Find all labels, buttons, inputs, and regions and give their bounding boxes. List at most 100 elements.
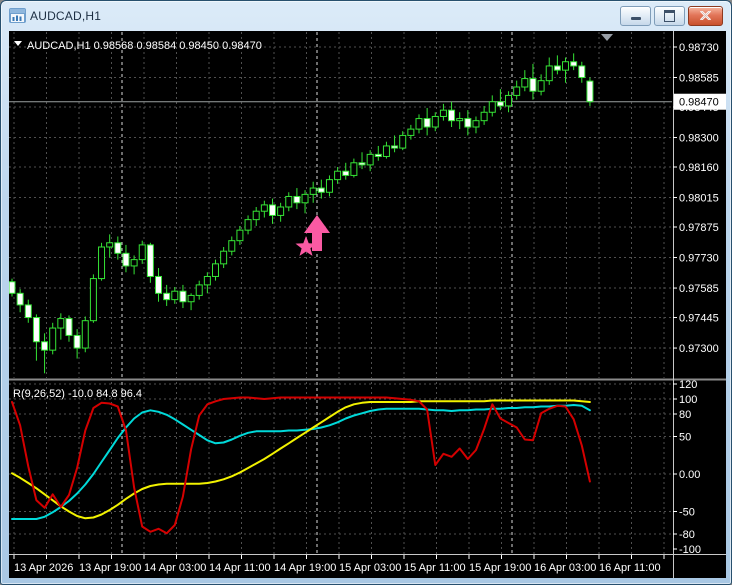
candle bbox=[8, 278, 16, 297]
candle-body bbox=[358, 162, 366, 166]
candle-body bbox=[122, 252, 130, 267]
price-axis-label: 0.97585 bbox=[679, 283, 719, 295]
indicator-label: R(9,26,52) -10.0 84.8 96.4 bbox=[13, 388, 142, 400]
candle-body bbox=[57, 318, 65, 329]
candle-body bbox=[325, 179, 333, 193]
candle-body bbox=[399, 134, 407, 149]
candle-body bbox=[41, 341, 49, 351]
candle-body bbox=[252, 210, 260, 221]
price-axis-label: 0.97875 bbox=[679, 222, 719, 234]
candle-body bbox=[203, 275, 211, 286]
price-axis-label: 0.98160 bbox=[679, 162, 719, 174]
candle-body bbox=[171, 290, 179, 301]
restore-icon bbox=[664, 9, 675, 22]
candle-body bbox=[89, 278, 97, 322]
candle-body bbox=[130, 259, 138, 267]
minimize-button[interactable] bbox=[620, 5, 651, 26]
candle-body bbox=[317, 187, 325, 193]
candle-body bbox=[391, 145, 399, 149]
candle-body bbox=[260, 204, 268, 212]
title-bar[interactable]: AUDCAD,H1 bbox=[1, 1, 731, 30]
indicator-axis-label: -80 bbox=[679, 529, 695, 541]
candle-body bbox=[553, 65, 561, 71]
candle-body bbox=[342, 170, 350, 176]
ohlc-info: AUDCAD,H1 0.98568 0.98584 0.98450 0.9847… bbox=[14, 40, 262, 52]
current-price-tag: 0.98470 bbox=[674, 93, 726, 110]
price-axis-label: 0.98730 bbox=[679, 42, 719, 54]
candle-body bbox=[415, 118, 423, 130]
candle-body bbox=[98, 246, 106, 280]
candle-body bbox=[293, 195, 301, 204]
time-axis-label: 14 Apr 19:00 bbox=[274, 562, 336, 574]
candle-body bbox=[163, 292, 171, 301]
time-axis-label: 16 Apr 11:00 bbox=[599, 562, 661, 574]
time-axis-label: 13 Apr 2026 bbox=[14, 562, 73, 574]
indicator-axis-label: -100 bbox=[679, 544, 701, 556]
time-axis-label: 15 Apr 03:00 bbox=[339, 562, 401, 574]
candle-body bbox=[212, 263, 219, 277]
candle-body bbox=[81, 320, 89, 349]
candle-body bbox=[236, 229, 244, 242]
candle-body bbox=[480, 111, 488, 122]
candle bbox=[146, 242, 154, 283]
chart-canvas[interactable]: 0.987300.985850.984450.983000.981600.980… bbox=[8, 31, 726, 578]
candle-body bbox=[179, 290, 187, 303]
candle-body bbox=[562, 61, 570, 71]
candle-body bbox=[586, 80, 594, 103]
candle-body bbox=[114, 242, 122, 254]
candle-body bbox=[8, 281, 16, 294]
chart-client-area[interactable]: 0.987300.985850.984450.983000.981600.980… bbox=[8, 31, 726, 578]
candle-body bbox=[382, 145, 390, 157]
chart-background bbox=[9, 31, 726, 578]
minimize-icon bbox=[630, 16, 641, 20]
candle-body bbox=[545, 65, 553, 82]
candle-body bbox=[488, 101, 496, 113]
candle-body bbox=[277, 206, 285, 216]
candle-body bbox=[106, 242, 114, 248]
window-title: AUDCAD,H1 bbox=[30, 8, 102, 23]
price-axis-label: 0.97300 bbox=[679, 343, 719, 355]
ohlc-info-text: AUDCAD,H1 0.98568 0.98584 0.98450 0.9847… bbox=[27, 40, 262, 52]
candle-body bbox=[366, 153, 374, 166]
candle-body bbox=[65, 318, 73, 336]
candle-body bbox=[32, 317, 40, 343]
candle-body bbox=[456, 118, 464, 122]
indicator-axis-label: 80 bbox=[679, 409, 691, 421]
candle-body bbox=[138, 244, 146, 261]
candle-body bbox=[309, 187, 317, 195]
chart-window: AUDCAD,H1 0.987300.985850.984450.983000.… bbox=[0, 0, 732, 585]
candle-body bbox=[195, 284, 203, 296]
time-axis-label: 14 Apr 03:00 bbox=[144, 562, 206, 574]
candle-body bbox=[578, 65, 586, 79]
restore-button[interactable] bbox=[654, 5, 685, 26]
chart-window-icon bbox=[9, 8, 26, 23]
candle-body bbox=[73, 334, 81, 349]
candle bbox=[98, 242, 106, 281]
candle-body bbox=[496, 101, 504, 107]
candle-body bbox=[513, 86, 521, 96]
price-axis-label: 0.97445 bbox=[679, 313, 719, 325]
candle-body bbox=[285, 195, 293, 208]
price-axis-label: 0.98585 bbox=[679, 73, 719, 85]
candle-body bbox=[24, 304, 32, 319]
candle-body bbox=[570, 61, 578, 67]
candle bbox=[89, 274, 97, 323]
time-axis[interactable]: 13 Apr 2026 13 Apr 19:00 14 Apr 03:00 14 Ap… bbox=[13, 555, 665, 574]
candle-body bbox=[472, 120, 480, 128]
candle-body bbox=[464, 118, 472, 128]
price-axis-label: 0.98300 bbox=[679, 133, 719, 145]
close-button[interactable] bbox=[688, 5, 723, 26]
candle-body bbox=[423, 118, 431, 128]
candle-body bbox=[16, 292, 24, 306]
time-axis-label: 14 Apr 11:00 bbox=[209, 562, 271, 574]
time-axis-label: 16 Apr 03:00 bbox=[534, 562, 596, 574]
candle-body bbox=[301, 193, 309, 204]
time-axis-label: 15 Apr 19:00 bbox=[469, 562, 531, 574]
candle-body bbox=[505, 94, 513, 107]
candle-body bbox=[187, 294, 195, 303]
price-axis-label: 0.97730 bbox=[679, 253, 719, 265]
candle-body bbox=[374, 153, 382, 157]
price-axis-label: 0.98015 bbox=[679, 193, 719, 205]
candle-body bbox=[268, 204, 276, 216]
time-axis-label: 15 Apr 11:00 bbox=[404, 562, 466, 574]
